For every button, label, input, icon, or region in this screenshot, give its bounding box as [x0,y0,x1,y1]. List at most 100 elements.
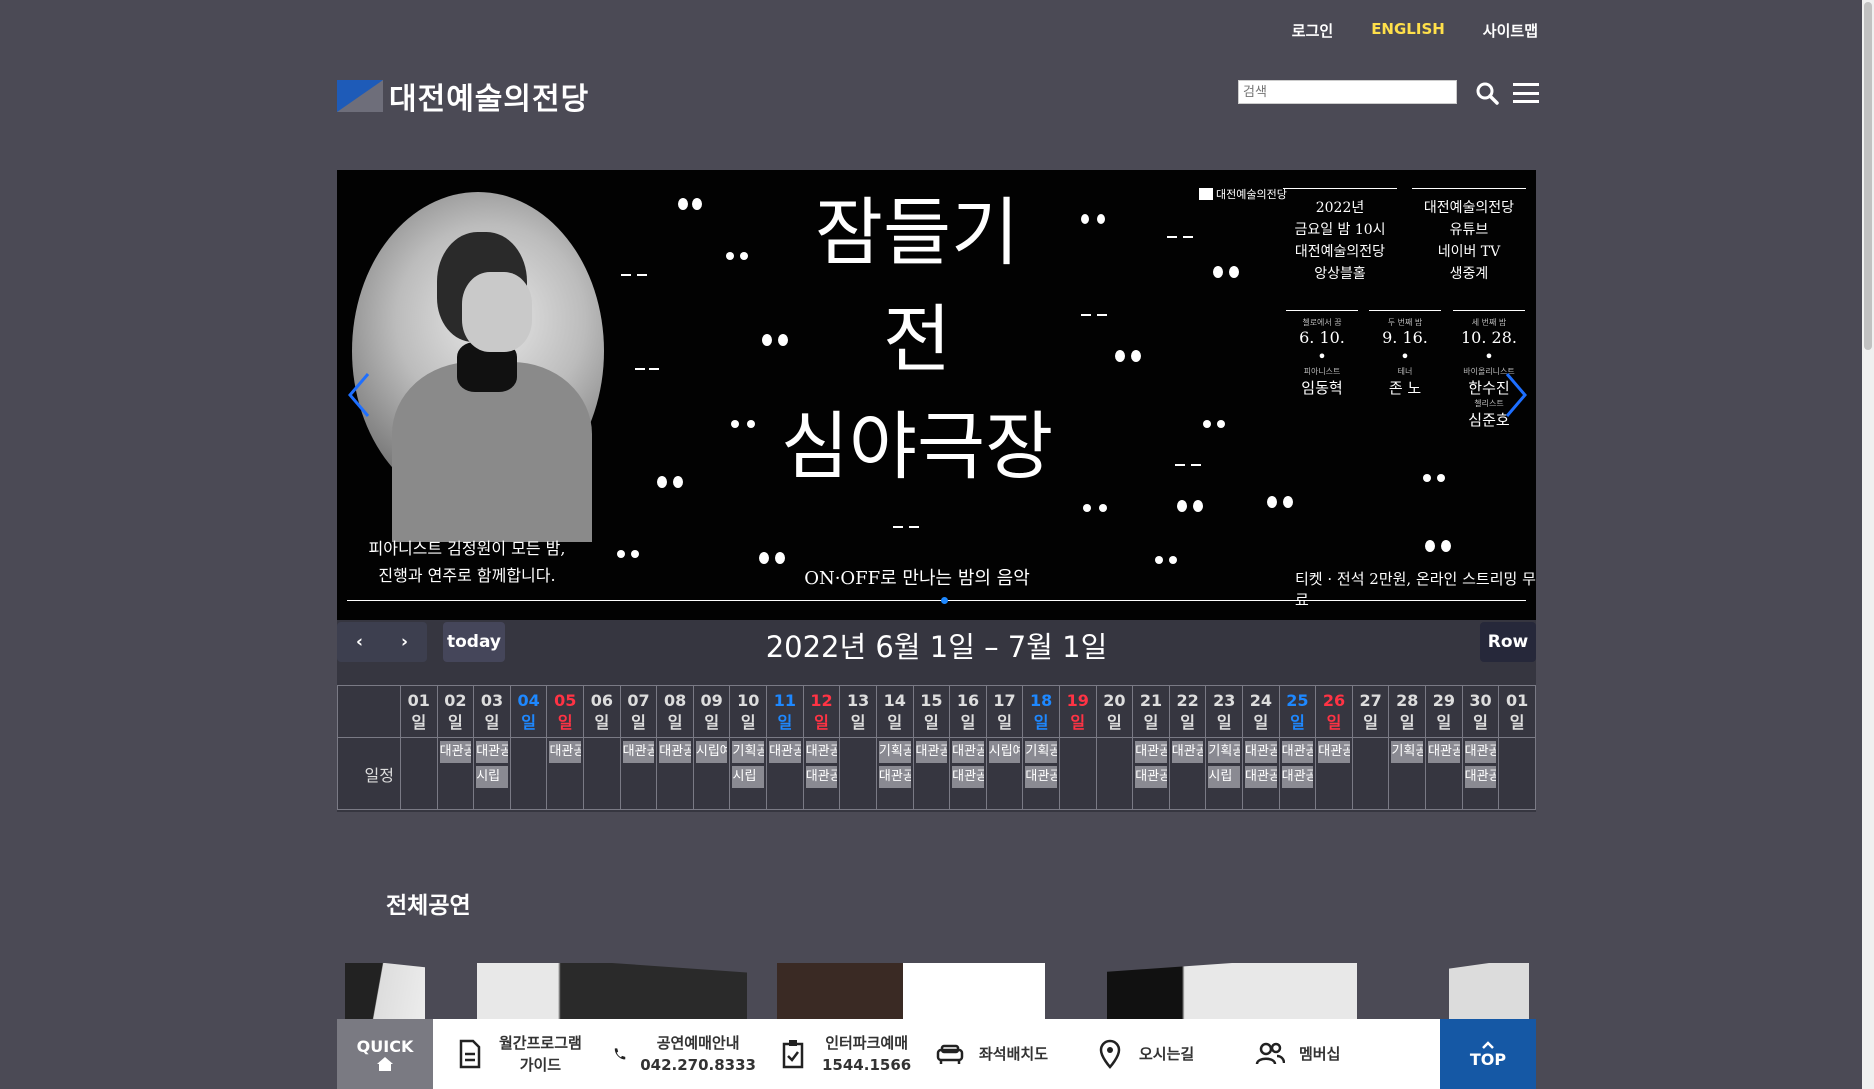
calendar-day-10: 11 일 [766,685,804,738]
calendar-event[interactable]: 대관공연 [659,741,691,763]
performance-thumb[interactable] [345,963,425,1023]
scroll-top-button[interactable]: TOP [1440,1019,1536,1089]
site-logo[interactable]: 대전예술의전당 [337,74,589,118]
calendar-event[interactable]: 기획공연 [1025,741,1057,763]
calendar-cell: 대관공연 [912,737,951,810]
performance-2: 두 번째 밤 9. 16. • 테너 존 노 [1369,310,1441,398]
calendar-event[interactable]: 시립 [476,766,508,788]
calendar-event[interactable]: 기획공연 [878,741,911,763]
calendar-cell: 기획공연대관공연 [875,737,914,810]
quick-home-button[interactable]: QUICK [337,1019,433,1089]
calendar-event[interactable]: 대관공연 [805,766,838,788]
performance-thumb[interactable] [1107,963,1357,1023]
calendar-row-view-button[interactable]: Row [1480,622,1536,662]
row-label: 일정 [337,737,401,810]
calendar-event[interactable]: 대관공연 [1245,741,1277,763]
monthly-guide-link[interactable]: 월간프로그램 가이드 [433,1019,590,1089]
calendar-toolbar: ‹ › today 2022년 6월 1일 – 7월 1일 Row [337,620,1536,685]
calendar-event[interactable]: 시립예술단 [695,741,728,763]
calendar-event[interactable]: 대관공연 [1281,741,1314,763]
calendar-event[interactable]: 대관공연 [439,741,472,763]
scrollbar-thumb[interactable] [1864,2,1872,350]
calendar-event[interactable]: 대관공연 [1464,766,1497,788]
calendar-cell [1498,737,1536,810]
calendar-event[interactable]: 대관공연 [1135,766,1167,788]
calendar-event[interactable]: 대관공연 [1245,766,1277,788]
calendar-cell [400,737,438,810]
calendar-cell: 기획공연대관공연 [1022,737,1060,810]
sitemap-link[interactable]: 사이트맵 [1483,20,1538,41]
performance-1: 첼로에서 꿈 6. 10. • 피아니스트 임동혁 [1286,310,1358,398]
calendar-day-13: 14 일 [875,685,914,738]
calendar-event[interactable]: 대관공연 [1171,741,1204,763]
english-link[interactable]: ENGLISH [1371,20,1445,41]
search-input[interactable] [1238,80,1457,104]
calendar-event[interactable]: 기획공연 [1208,741,1241,763]
calendar-event[interactable]: 대관공연 [952,766,984,788]
login-link[interactable]: 로그인 [1292,20,1333,41]
membership-link[interactable]: 멤버십 [1233,1019,1393,1089]
banner-schedule-info: 2022년 금요일 밤 10시 대전예술의전당 앙상블홀 [1283,188,1397,285]
calendar-event[interactable]: 시립 [732,766,765,788]
banner-prev-arrow-icon[interactable] [342,370,378,420]
ticket-info-link[interactable]: 공연예매안내 042.270.8333 [590,1019,756,1089]
calendar-event[interactable]: 기획공연 [1391,741,1424,763]
calendar-day-16: 17 일 [985,685,1024,738]
directions-link[interactable]: 오시는길 [1073,1019,1233,1089]
menu-icon[interactable] [1513,83,1539,103]
calendar-cell: 대관공연대관공연 [1132,737,1170,810]
performance-thumb[interactable] [477,963,747,1023]
calendar-day-19: 20 일 [1095,685,1134,738]
performance-thumb[interactable] [777,963,1045,1023]
calendar-cell: 기획공연시립 [1205,737,1244,810]
calendar-event[interactable]: 대관공연 [878,766,911,788]
calendar-day-15: 16 일 [949,685,987,738]
calendar-cell: 대관공연 [1168,737,1207,810]
calendar-day-5: 06 일 [583,685,621,738]
calendar-cell [509,737,548,810]
calendar-event[interactable]: 시립예술단 [988,741,1021,763]
calendar-event[interactable]: 대관공연 [1428,741,1460,763]
calendar-cell: 기획공연 [1388,737,1427,810]
calendar-event[interactable]: 대관공연 [1464,741,1497,763]
calendar-event[interactable]: 시립 [1208,766,1241,788]
calendar-cell: 대관공연 [546,737,585,810]
search-icon[interactable] [1475,81,1499,105]
banner-broadcast-info: 대전예술의전당 유튜브 네이버 TV 생중계 [1412,188,1526,285]
chevron-up-icon [1482,1040,1494,1049]
pianist-portrait [352,192,604,542]
calendar-cell: 대관공연 [766,737,804,810]
calendar-event[interactable]: 대관공연 [622,741,655,763]
search-area [1238,80,1539,105]
calendar-cell [1351,737,1390,810]
interpark-link[interactable]: 인터파크예매 1544.1566 [756,1019,913,1089]
calendar-event[interactable]: 기획공연 [732,741,765,763]
calendar-event[interactable]: 대관공연 [915,741,948,763]
calendar-cell: 시립예술단 [985,737,1024,810]
calendar-cell: 대관공연대관공연 [1278,737,1317,810]
calendar-event[interactable]: 대관공연 [769,741,801,763]
calendar-event[interactable]: 대관공연 [1135,741,1167,763]
calendar-day-25: 26 일 [1315,685,1353,738]
slide-indicator[interactable] [941,597,948,604]
performance-thumb[interactable] [1449,963,1529,1023]
calendar-event[interactable]: 대관공연 [1318,741,1350,763]
calendar-event-row: 일정대관공연대관공연시립대관공연대관공연대관공연시립예술단기획공연시립대관공연대… [337,737,1536,810]
calendar-cell: 대관공연대관공연 [1242,737,1280,810]
seat-map-link[interactable]: 좌석배치도 [913,1019,1073,1089]
calendar-event[interactable]: 대관공연 [476,741,508,763]
logo-mark-icon [337,80,383,112]
banner-title: 잠들기 전 심야극장 [780,190,1054,490]
calendar-event[interactable]: 대관공연 [549,741,582,763]
calendar-day-22: 23 일 [1205,685,1244,738]
page-scrollbar[interactable] [1862,0,1874,1089]
calendar-event[interactable]: 대관공연 [805,741,838,763]
banner-next-arrow-icon[interactable] [1497,370,1533,420]
main-banner[interactable]: 피아니스트 김정원이 모든 밤, 진행과 연주로 함께합니다. 잠들기 전 심야… [337,170,1536,620]
calendar-event[interactable]: 대관공연 [952,741,984,763]
calendar-title: 2022년 6월 1일 – 7월 1일 [765,630,1108,664]
mini-logo-icon [1199,188,1213,200]
calendar-day-8: 09 일 [692,685,731,738]
calendar-event[interactable]: 대관공연 [1025,766,1057,788]
calendar-event[interactable]: 대관공연 [1281,766,1314,788]
